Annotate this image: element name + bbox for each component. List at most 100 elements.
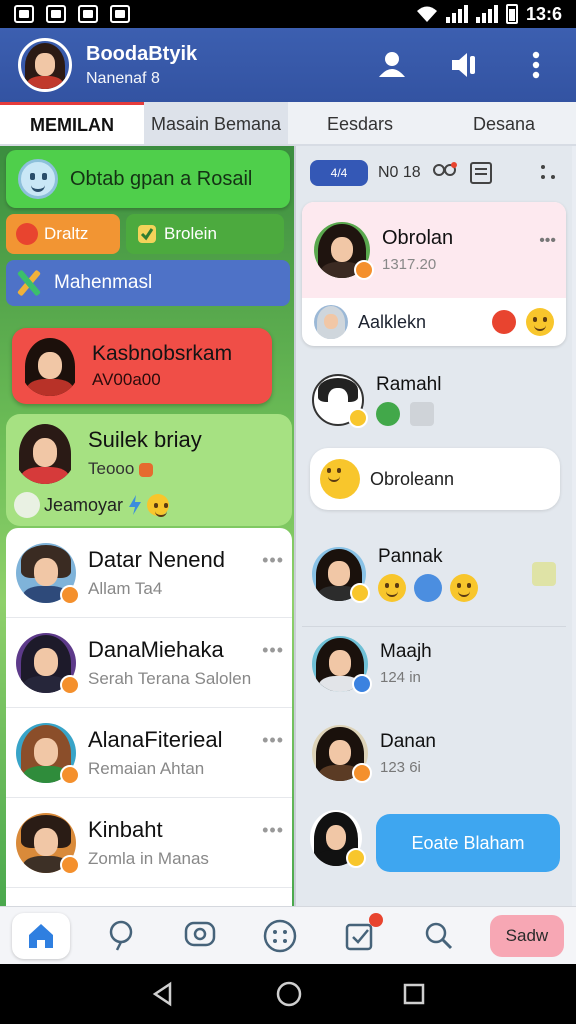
typing-avatar xyxy=(310,810,366,868)
create-chat-button[interactable]: Eoate Blaham xyxy=(376,814,560,872)
app-title: BoodaBtyik xyxy=(86,42,198,65)
emoji-icon xyxy=(147,494,170,517)
chat-list: Datar Nenend Allam Ta4 ••• DanaMiehaka S… xyxy=(6,528,292,906)
more-horiz-icon[interactable]: ••• xyxy=(262,820,284,841)
pill-label: Brolein xyxy=(164,224,217,243)
contact-avatar xyxy=(20,336,80,396)
tab-masain-bemana[interactable]: Masain Bemana xyxy=(144,102,288,144)
back-icon[interactable] xyxy=(150,981,176,1007)
conversation-item[interactable]: Maajh 124 in xyxy=(302,626,566,700)
emoji-badge xyxy=(348,408,368,428)
participant-name: Aalklekn xyxy=(358,311,427,332)
conversation-time: 1317.20 xyxy=(382,256,437,273)
filter-chip[interactable]: 4/4 xyxy=(310,160,368,186)
emoji-badge xyxy=(346,848,366,868)
calendar-icon xyxy=(410,402,434,426)
contact-avatar xyxy=(312,635,372,694)
battery-icon xyxy=(505,4,518,24)
sticker-icon xyxy=(14,492,40,518)
settings-icon xyxy=(78,5,98,23)
highlight-chat-card[interactable]: Kasbnobsrkam AV00a00 xyxy=(12,328,272,404)
wifi-icon xyxy=(416,6,437,22)
chat-nav-button[interactable] xyxy=(171,913,229,959)
status-badge xyxy=(352,763,372,783)
cat-avatar xyxy=(312,374,368,428)
emoji-badge xyxy=(350,583,370,603)
search-nav-button[interactable] xyxy=(410,913,468,959)
signal-icon-2 xyxy=(475,5,498,23)
recents-icon[interactable] xyxy=(402,982,426,1006)
more-horiz-icon[interactable]: ••• xyxy=(262,730,284,751)
chat-preview: Allam Ta4 xyxy=(88,578,163,598)
chat-preview: Zomla in Manas xyxy=(88,848,209,868)
emoji-nav-button[interactable] xyxy=(251,913,309,959)
more-horiz-icon[interactable]: ••• xyxy=(262,640,284,661)
app-subtitle: Nanenaf 8 xyxy=(86,69,160,87)
more-horiz-icon[interactable]: ••• xyxy=(539,232,556,250)
count-label: N0 18 xyxy=(378,164,421,181)
status-time: 13:6 xyxy=(525,3,562,24)
featured-chat-card[interactable]: Suilek briay Teooo Jeamoyar xyxy=(6,414,292,526)
conversation-name: Pannak xyxy=(378,546,443,567)
record-icon xyxy=(16,223,38,245)
filter-pill-draltz[interactable]: Draltz xyxy=(6,214,120,254)
group-card-label: Obtab gpan a Rosail xyxy=(70,167,253,190)
notification-dot xyxy=(368,912,383,927)
tab-memilan[interactable]: MEMILAN xyxy=(0,102,144,144)
shield-icon xyxy=(110,5,130,23)
section-mahenmasl[interactable]: Mahenmasl xyxy=(6,260,290,306)
conversation-name: Maajh xyxy=(380,641,432,662)
home-nav-button[interactable] xyxy=(12,912,70,959)
check-icon xyxy=(376,402,400,426)
chat-note: Jeamoyar xyxy=(44,494,124,515)
balloon-icon xyxy=(109,920,132,951)
contact-avatar xyxy=(312,725,372,783)
lightning-icon xyxy=(129,495,142,515)
chat-name: Suilek briay xyxy=(88,427,202,452)
status-badge xyxy=(60,854,80,875)
chat-name: Kasbnobsrkam xyxy=(92,342,233,365)
people-icon[interactable] xyxy=(431,162,459,184)
chat-name: Datar Nenend xyxy=(88,546,225,572)
tab-eesdars[interactable]: Eesdars xyxy=(288,102,432,144)
speaker-icon[interactable] xyxy=(446,47,482,83)
contact-icon[interactable] xyxy=(374,47,410,83)
chat-name: Kinbaht xyxy=(88,816,163,842)
status-badge xyxy=(60,764,80,785)
message-badge xyxy=(352,673,372,694)
contact-avatar-small xyxy=(314,305,348,339)
list-item[interactable]: Kinbaht Zomla in Manas ••• xyxy=(6,798,292,888)
filter-pill-brolein[interactable]: Brolein xyxy=(126,214,284,254)
chat-preview: AV00a00 xyxy=(92,370,161,389)
save-button[interactable]: Sadw xyxy=(489,914,564,957)
home-circle-icon[interactable] xyxy=(275,980,303,1008)
conversation-name: Obrolan xyxy=(382,227,454,249)
status-badge xyxy=(60,674,80,695)
more-horiz-icon[interactable]: ••• xyxy=(262,550,284,571)
profile-avatar[interactable] xyxy=(18,38,72,92)
tab-desana[interactable]: Desana xyxy=(432,102,576,144)
list-item[interactable]: Datar Nenend Allam Ta4 ••• xyxy=(6,528,292,618)
explore-nav-button[interactable] xyxy=(92,913,150,959)
list-item[interactable]: AlanaFiterieal Remaian Ahtan ••• xyxy=(6,708,292,798)
list-item[interactable]: DanaMiehaka Serah Terana Salolen ••• xyxy=(6,618,292,708)
conversation-item[interactable]: Danan 123 6i xyxy=(302,716,566,790)
conversation-item[interactable]: Pannak xyxy=(302,538,566,610)
more-vert-icon[interactable] xyxy=(518,47,554,83)
conversation-item[interactable]: Ramahl xyxy=(302,368,566,432)
chat-name: DanaMiehaka xyxy=(88,636,224,662)
conversation-time: 123 6i xyxy=(380,758,421,776)
group-card[interactable]: Obtab gpan a Rosail xyxy=(6,150,290,208)
cross-logo-icon xyxy=(14,268,44,298)
conversation-card[interactable]: Obrolan 1317.20 ••• Aalklekn xyxy=(302,202,566,346)
chat-name: AlanaFiterieal xyxy=(88,726,223,752)
dots-icon[interactable] xyxy=(538,163,558,183)
emoji-icon-2 xyxy=(450,574,478,602)
chat-bubble-icon xyxy=(185,921,216,946)
note-icon[interactable] xyxy=(469,161,493,185)
contact-avatar xyxy=(16,542,80,605)
tasks-nav-button[interactable] xyxy=(331,912,389,959)
message-bubble[interactable]: Obroleann xyxy=(310,448,560,510)
contact-avatar xyxy=(314,222,374,280)
contact-avatar xyxy=(312,547,370,603)
